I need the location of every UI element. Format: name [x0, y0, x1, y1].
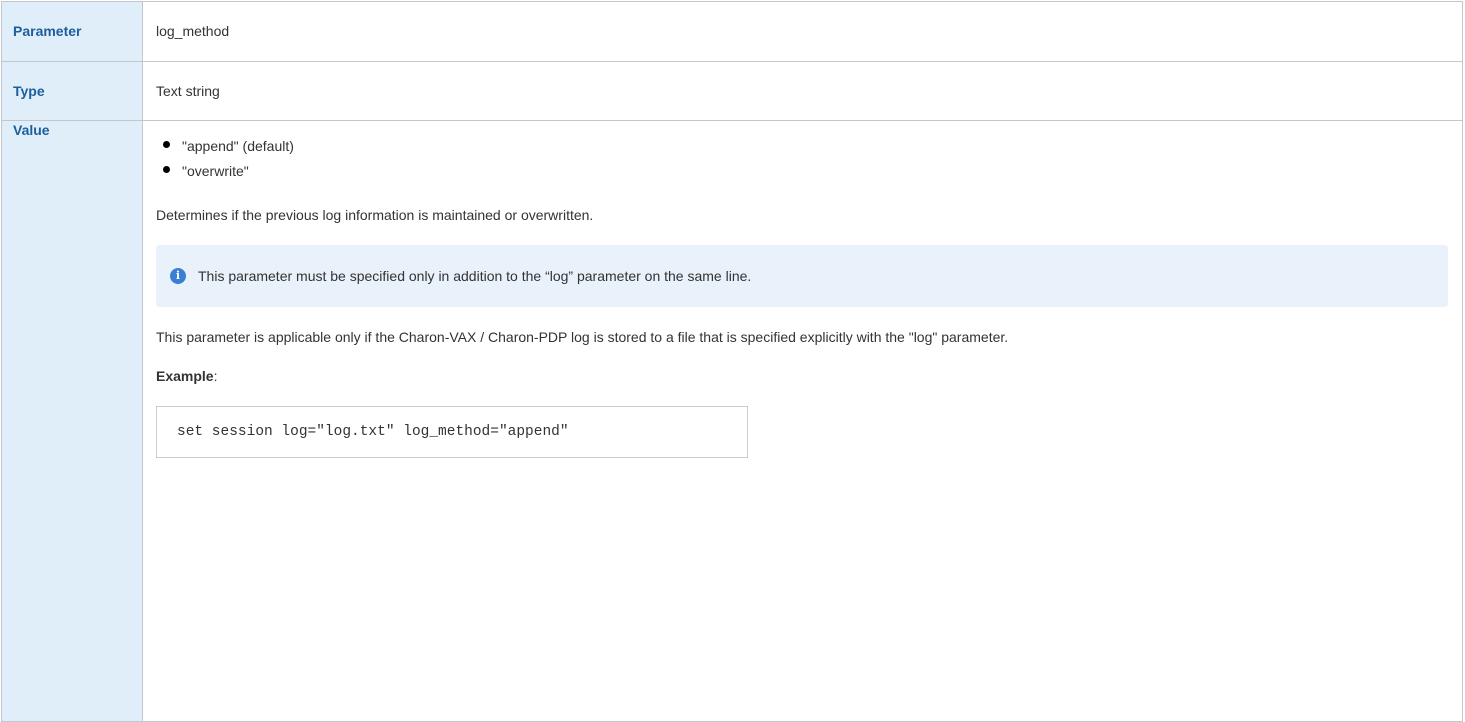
info-note-text: This parameter must be specified only in…	[198, 268, 752, 284]
bullet-dot-icon	[163, 166, 170, 173]
type-label: Type	[13, 83, 45, 99]
row-parameter: Parameter log_method	[1, 1, 1463, 62]
parameter-value-cell: log_method	[142, 1, 1463, 62]
parameter-header-cell: Parameter	[1, 1, 143, 62]
value-label: Value	[13, 122, 50, 138]
row-value: Value "append" (default) "overwrite" Det…	[1, 120, 1463, 722]
list-item: "overwrite"	[156, 161, 1449, 186]
option-append: "append" (default)	[182, 138, 294, 154]
parameter-table: Parameter log_method Type Text string Va…	[1, 1, 1463, 722]
info-note-box: i This parameter must be specified only …	[156, 245, 1448, 307]
type-header-cell: Type	[1, 61, 143, 121]
example-code-text: set session log="log.txt" log_method="ap…	[177, 424, 569, 440]
type-value-cell: Text string	[142, 61, 1463, 121]
parameter-label: Parameter	[13, 23, 82, 39]
type-value: Text string	[156, 83, 220, 99]
bullet-dot-icon	[163, 141, 170, 148]
example-code-block: set session log="log.txt" log_method="ap…	[156, 406, 748, 458]
options-list: "append" (default) "overwrite"	[156, 136, 1449, 186]
applicability-text: This parameter is applicable only if the…	[156, 329, 1009, 345]
value-header-cell: Value	[1, 120, 143, 722]
info-circle-icon: i	[170, 268, 186, 284]
row-type: Type Text string	[1, 61, 1463, 121]
value-content-cell: "append" (default) "overwrite" Determine…	[142, 120, 1463, 722]
example-heading: Example:	[156, 366, 1449, 386]
parameter-value: log_method	[156, 23, 230, 39]
example-colon: :	[213, 368, 218, 384]
list-item: "append" (default)	[156, 136, 1449, 161]
option-overwrite: "overwrite"	[182, 163, 249, 179]
description-text: Determines if the previous log informati…	[156, 207, 594, 223]
example-label: Example	[156, 368, 214, 384]
